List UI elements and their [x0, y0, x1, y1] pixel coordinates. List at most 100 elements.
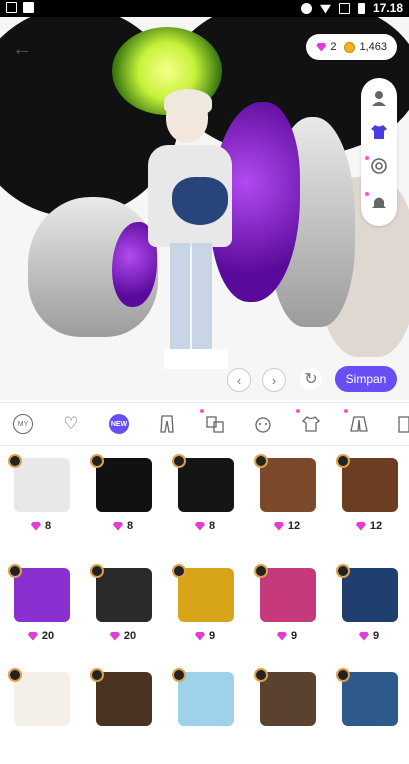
owned-badge-icon: [254, 454, 268, 468]
item-floral-jacket[interactable]: 9: [246, 560, 328, 660]
owned-badge-icon: [90, 564, 104, 578]
skirt-icon[interactable]: [392, 413, 409, 435]
item-purple-dress[interactable]: 20: [0, 560, 82, 660]
item-image: [178, 458, 234, 512]
owned-badge-icon: [254, 668, 268, 682]
status-bar: 17.18: [0, 0, 409, 17]
item-short-hair[interactable]: 12: [246, 450, 328, 550]
my-label: MY: [13, 414, 33, 434]
item-yellow-top[interactable]: 9: [164, 560, 246, 660]
item-image: [14, 568, 70, 622]
owned-badge-icon: [8, 454, 22, 468]
gem-icon: [194, 521, 205, 531]
item-black-lace-dress[interactable]: 20: [82, 560, 164, 660]
gem-icon: [112, 521, 123, 531]
price-value: 20: [41, 630, 55, 642]
shirt-icon[interactable]: [367, 120, 391, 144]
gem-icon: [273, 521, 284, 531]
owned-badge-icon: [336, 564, 350, 578]
avatar-legs: [170, 243, 212, 353]
avatar-hair: [164, 89, 212, 115]
owned-badge-icon: [90, 454, 104, 468]
item-price: 12: [328, 520, 409, 532]
item-denim-skirt[interactable]: [328, 664, 409, 764]
pants-icon[interactable]: [156, 413, 178, 435]
new-label: NEW: [109, 414, 129, 434]
item-leopard-pants[interactable]: [246, 664, 328, 764]
item-white-bag[interactable]: 8: [0, 450, 82, 550]
item-price: 9: [328, 630, 409, 642]
gem-icon: [276, 631, 287, 641]
face-icon[interactable]: [252, 413, 274, 435]
owned-badge-icon: [172, 668, 186, 682]
tab-new[interactable]: NEW: [108, 413, 130, 435]
tshirt-icon[interactable]: [296, 409, 322, 435]
currency-pill[interactable]: 2 1,463: [306, 34, 397, 60]
item-black-bag[interactable]: 8: [82, 450, 164, 550]
gem-icon: [109, 631, 120, 641]
gem-icon: [194, 631, 205, 641]
item-price: 9: [246, 630, 328, 642]
gem-count: 2: [330, 41, 337, 53]
item-image: [342, 458, 398, 512]
item-black-wallet[interactable]: 8: [164, 450, 246, 550]
gem-icon: [355, 521, 366, 531]
avatar-shoes: [164, 349, 228, 369]
item-price: 8: [0, 520, 82, 532]
price-value: 12: [287, 520, 301, 532]
back-arrow-icon[interactable]: ←: [12, 38, 32, 61]
price-value: 8: [44, 520, 52, 532]
owned-badge-icon: [90, 668, 104, 682]
owned-badge-icon: [8, 668, 22, 682]
item-image: [14, 458, 70, 512]
item-blue-blazer[interactable]: [164, 664, 246, 764]
item-image: [96, 458, 152, 512]
jacket-icon[interactable]: [344, 409, 370, 435]
owned-badge-icon: [336, 454, 350, 468]
tab-my[interactable]: MY: [12, 413, 34, 435]
item-price: 12: [246, 520, 328, 532]
avatar-icon[interactable]: [367, 86, 391, 110]
owned-badge-icon: [172, 564, 186, 578]
item-image: [178, 568, 234, 622]
new-dot: [296, 409, 300, 413]
outfit-icon[interactable]: [200, 409, 226, 435]
gem-icon: [316, 42, 327, 52]
gem-icon: [358, 631, 369, 641]
item-price: 8: [82, 520, 164, 532]
item-price: 20: [0, 630, 82, 642]
next-button[interactable]: ›: [262, 368, 286, 392]
no-sim-icon: [338, 2, 350, 14]
new-dot: [344, 409, 348, 413]
wifi-icon: [319, 4, 331, 14]
item-curly-hair[interactable]: 12: [328, 450, 409, 550]
copyright-icon[interactable]: [367, 154, 391, 178]
item-image: [342, 672, 398, 726]
item-price: 8: [164, 520, 246, 532]
gem-icon: [27, 631, 38, 641]
battery-icon: [357, 2, 365, 14]
item-white-blouse[interactable]: [0, 664, 82, 764]
bell-icon[interactable]: [367, 190, 391, 214]
item-image: [96, 672, 152, 726]
price-value: 9: [208, 630, 216, 642]
price-value: 8: [208, 520, 216, 532]
price-value: 9: [372, 630, 380, 642]
reset-button[interactable]: ↻: [300, 368, 322, 390]
app-notification-icon: [23, 2, 34, 13]
item-price: 9: [164, 630, 246, 642]
avatar-scene: [0, 17, 409, 400]
category-bar: MY ♡ NEW: [0, 402, 409, 446]
new-dot: [200, 409, 204, 413]
save-button[interactable]: Simpan: [335, 366, 397, 392]
price-value: 12: [369, 520, 383, 532]
prev-button[interactable]: ‹: [227, 368, 251, 392]
owned-badge-icon: [254, 564, 268, 578]
image-notification-icon: [6, 2, 17, 13]
item-leather-jacket[interactable]: [82, 664, 164, 764]
clock: 17.18: [372, 1, 403, 15]
avatar-bag: [172, 177, 228, 225]
item-denim-jacket[interactable]: 9: [328, 560, 409, 660]
heart-icon[interactable]: ♡: [60, 413, 82, 435]
price-value: 20: [123, 630, 137, 642]
